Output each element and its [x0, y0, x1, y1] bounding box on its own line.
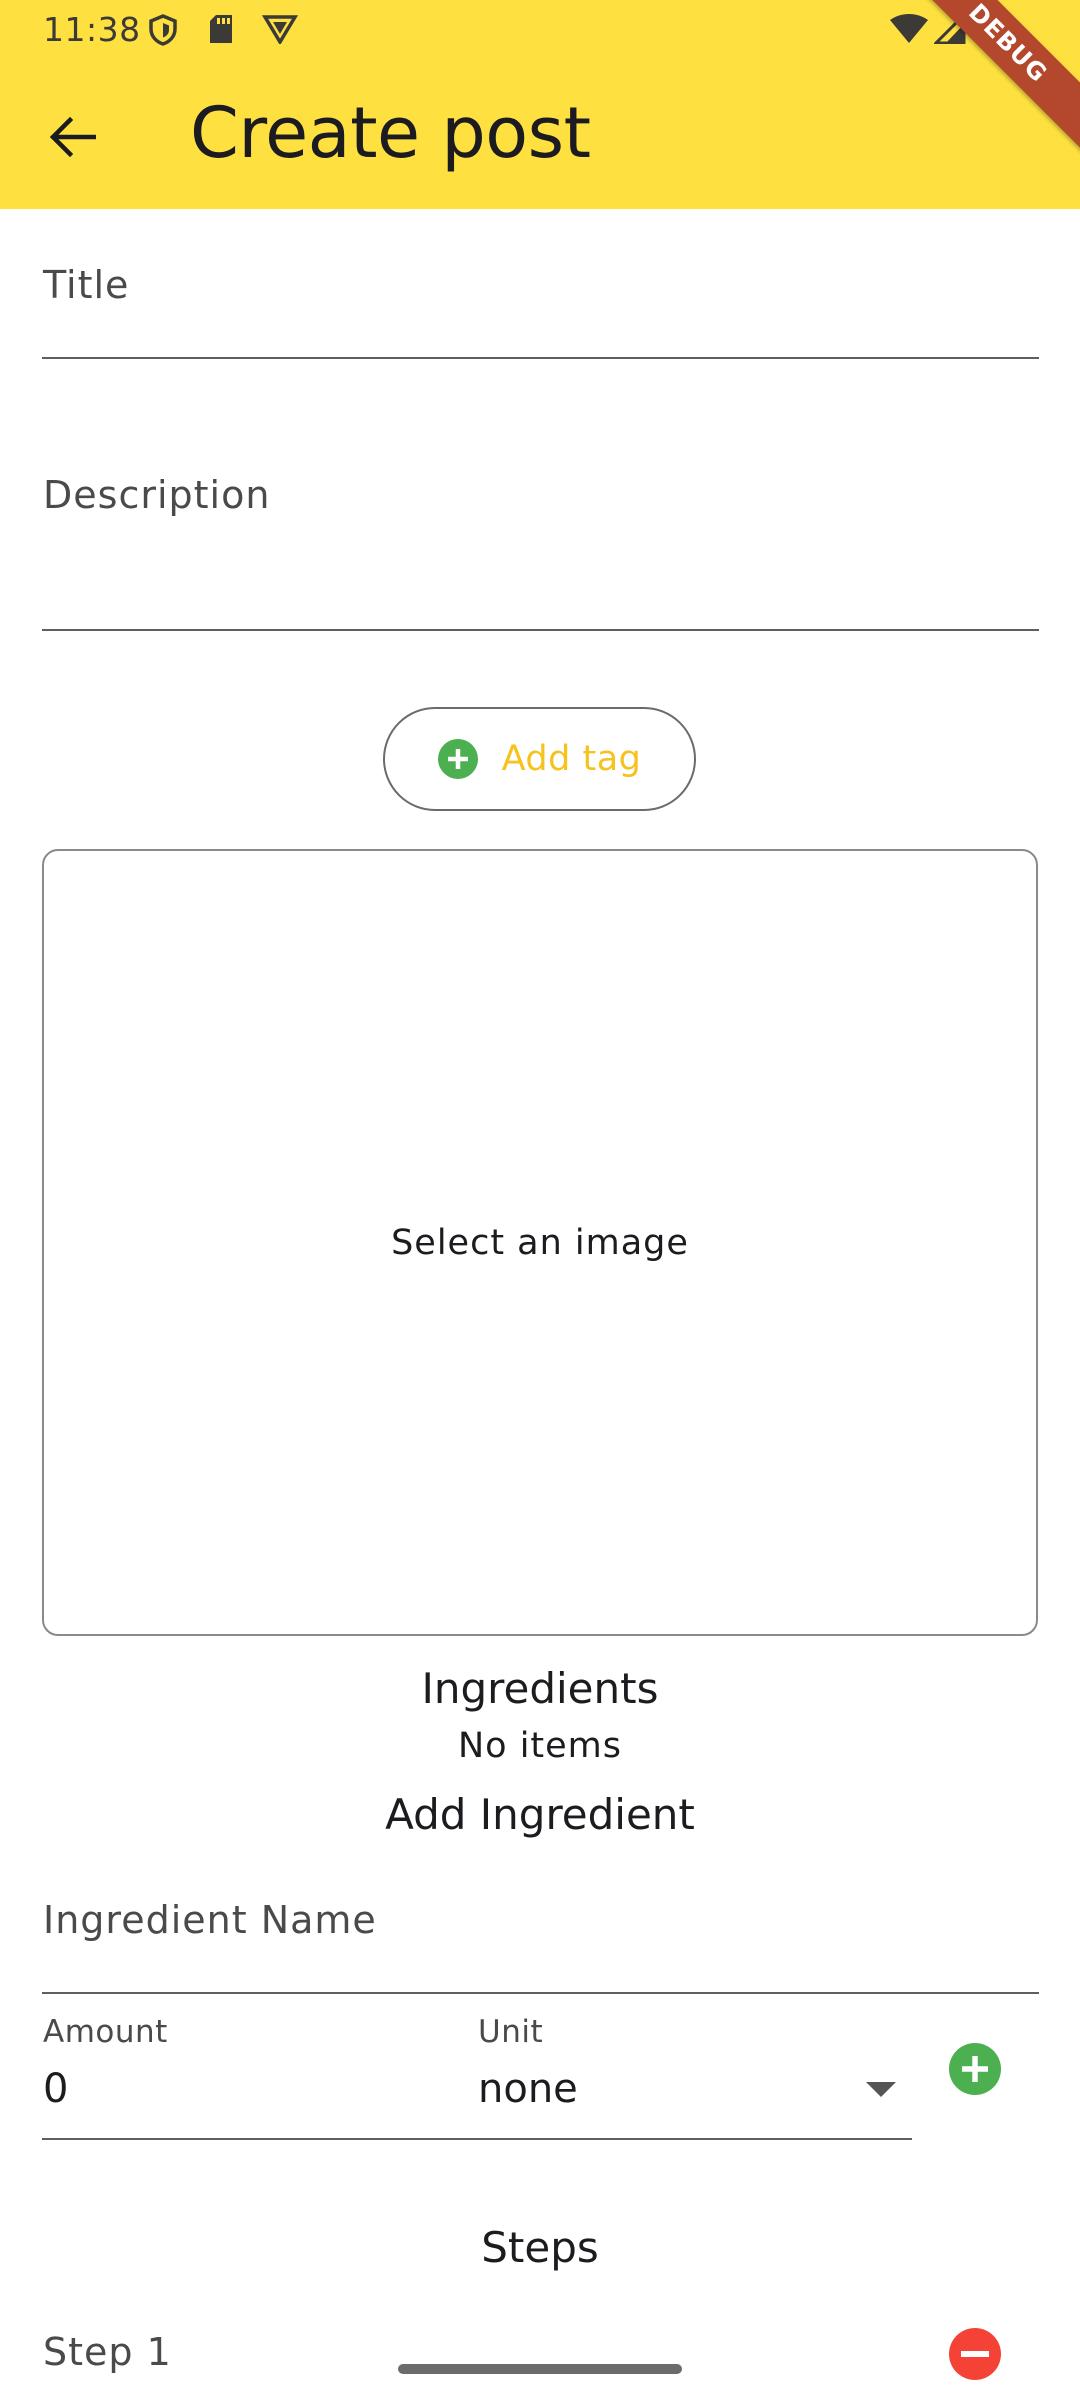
dropdown-arrow-icon — [866, 2082, 896, 2097]
unit-value: none — [478, 2066, 578, 2112]
ingredient-name-underline — [42, 1992, 1039, 1994]
arrow-back-icon — [49, 117, 96, 157]
add-circle-icon — [437, 739, 478, 779]
amount-label: Amount — [43, 2014, 168, 2050]
status-bar: 11:38 — [0, 0, 1080, 60]
app-bar: 11:38 Create post DEBUG — [0, 0, 1080, 209]
ingredients-heading: Ingredients — [421, 1664, 659, 1713]
ingredients-empty-text: No items — [457, 1726, 623, 1766]
remove-circle-icon — [949, 2328, 1001, 2380]
add-tag-label: Add tag — [501, 739, 642, 779]
image-picker[interactable]: Select an image — [42, 849, 1038, 1636]
image-picker-label: Select an image — [391, 1222, 689, 1263]
amount-unit-underline — [42, 2138, 912, 2140]
add-circle-icon — [949, 2043, 1001, 2095]
add-ingredient-button[interactable] — [947, 2041, 1003, 2097]
step-label: Step 1 — [43, 2330, 172, 2374]
back-button[interactable] — [30, 95, 114, 179]
description-field-underline — [42, 629, 1039, 631]
remove-step-button[interactable] — [947, 2326, 1003, 2382]
sd-card-icon — [210, 15, 232, 43]
title-field-underline — [42, 357, 1039, 359]
add-ingredient-heading: Add Ingredient — [385, 1790, 695, 1839]
app-logo-icon — [262, 15, 298, 44]
home-indicator[interactable] — [398, 2364, 682, 2374]
page-title: Create post — [190, 92, 591, 174]
add-tag-button[interactable]: Add tag — [383, 707, 696, 811]
shield-icon — [149, 14, 177, 46]
amount-value: 0 — [43, 2066, 69, 2112]
unit-label: Unit — [478, 2014, 544, 2050]
status-time: 11:38 — [43, 10, 141, 49]
steps-heading: Steps — [481, 2223, 599, 2272]
wifi-icon — [890, 14, 928, 43]
title-field-label: Title — [43, 263, 130, 307]
ingredient-name-label: Ingredient Name — [43, 1898, 377, 1942]
description-field-label: Description — [43, 473, 271, 517]
